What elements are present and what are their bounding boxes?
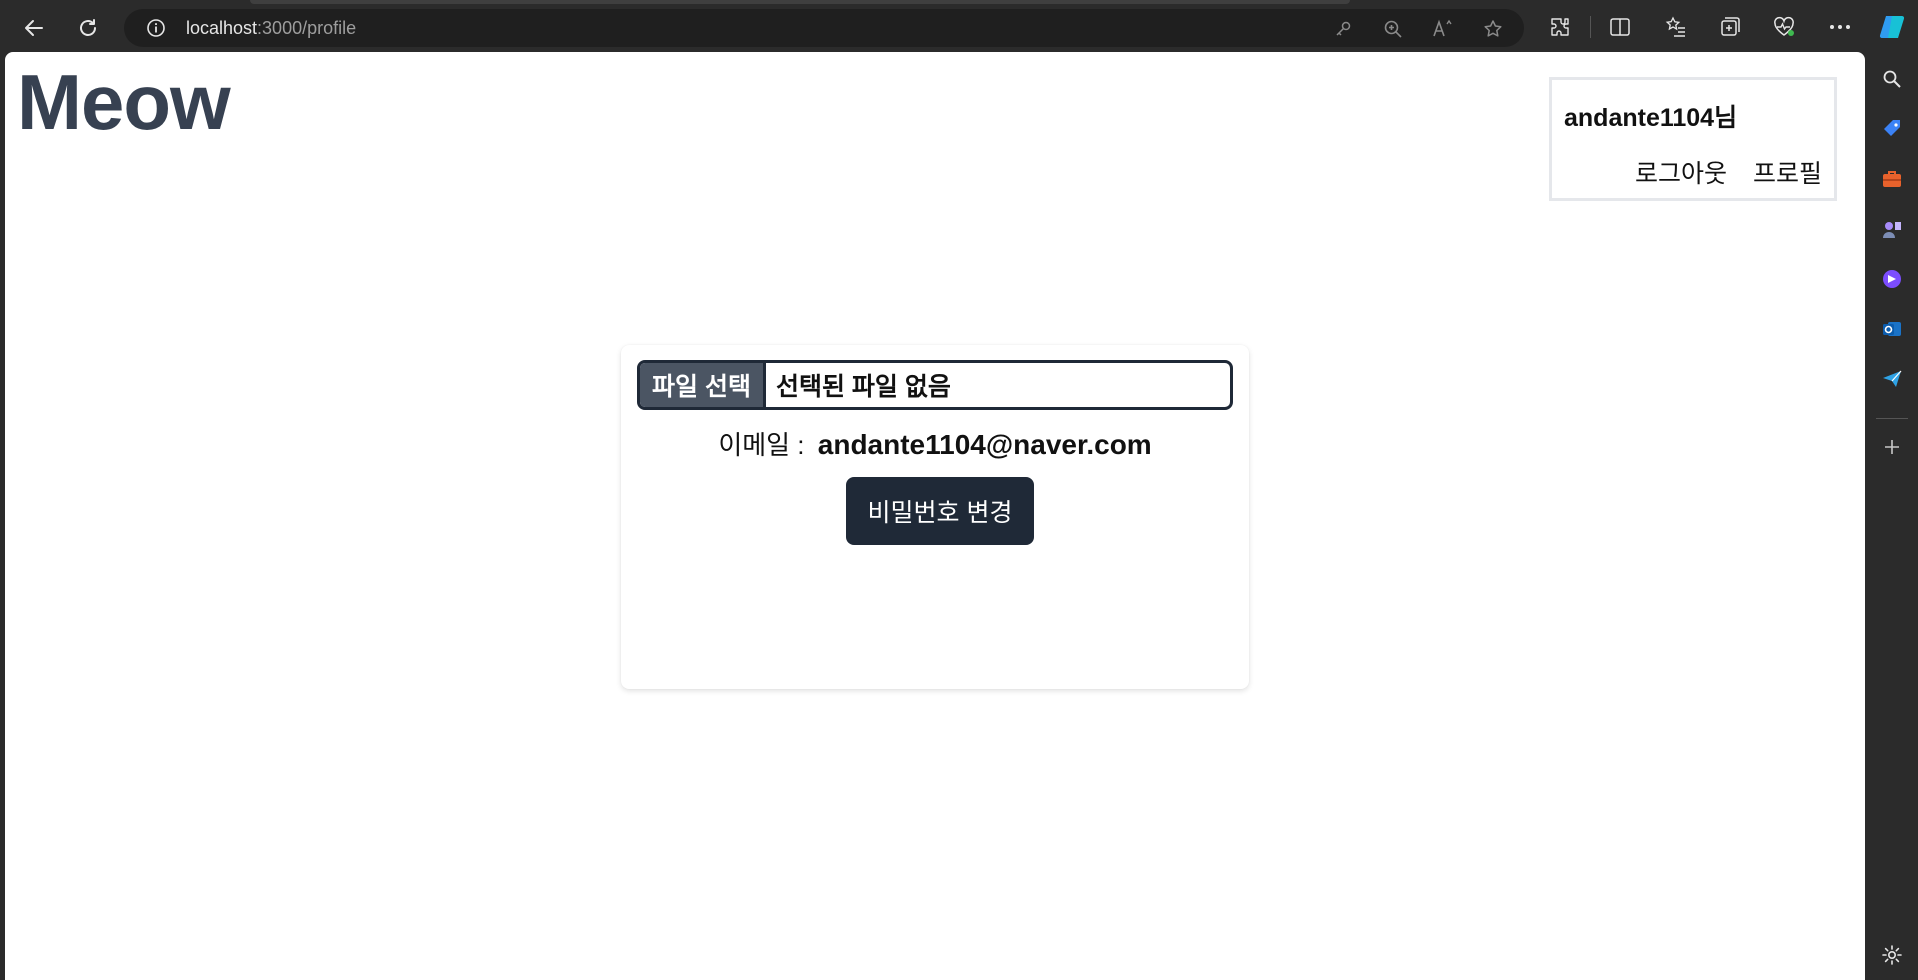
tools-briefcase-icon[interactable]	[1879, 166, 1905, 192]
split-screen-icon[interactable]	[1606, 13, 1634, 41]
refresh-icon	[80, 19, 96, 36]
copilot-icon[interactable]	[1878, 13, 1906, 41]
user-links: 로그아웃 프로필	[1635, 154, 1822, 190]
browser-essentials-icon[interactable]	[1770, 13, 1798, 41]
favorite-star-icon[interactable]	[1482, 18, 1504, 40]
site-info-icon[interactable]	[146, 18, 166, 38]
page-viewport: Meow andante1104님 로그아웃 프로필 파일 선택 선택된 파일 …	[5, 52, 1865, 980]
email-value: andante1104@naver.com	[817, 429, 1152, 460]
site-logo[interactable]: Meow	[17, 54, 231, 150]
choose-file-button[interactable]: 파일 선택	[640, 363, 766, 407]
toolbar-divider	[1590, 16, 1591, 38]
profile-image-file-input[interactable]: 파일 선택 선택된 파일 없음	[637, 360, 1233, 410]
address-bar[interactable]: localhost:3000/profile	[124, 9, 1524, 47]
back-arrow-icon	[25, 20, 43, 36]
key-icon[interactable]	[1332, 18, 1354, 40]
email-label: 이메일 :	[718, 430, 805, 460]
profile-link[interactable]: 프로필	[1753, 154, 1822, 190]
collections-icon[interactable]	[1716, 13, 1744, 41]
favorites-list-icon[interactable]	[1662, 13, 1690, 41]
user-menu-box: andante1104님 로그아웃 프로필	[1549, 77, 1837, 201]
copilot-sidebar-icon[interactable]	[1879, 266, 1905, 292]
shopping-tag-icon[interactable]	[1879, 116, 1905, 142]
send-icon[interactable]	[1879, 366, 1905, 392]
outlook-icon[interactable]	[1879, 316, 1905, 342]
logout-link[interactable]: 로그아웃	[1635, 154, 1727, 190]
browser-toolbar: localhost:3000/profile	[0, 0, 1918, 52]
url-text[interactable]: localhost:3000/profile	[186, 18, 356, 39]
file-status-text: 선택된 파일 없음	[775, 373, 951, 401]
zoom-icon[interactable]	[1382, 18, 1404, 40]
refresh-button[interactable]	[70, 10, 106, 46]
sidebar-divider	[1876, 418, 1908, 419]
user-greeting: andante1104님	[1564, 104, 1738, 132]
back-button[interactable]	[16, 10, 52, 46]
profile-card: 파일 선택 선택된 파일 없음 이메일 : andante1104@naver.…	[621, 345, 1249, 689]
email-row: 이메일 : andante1104@naver.com	[621, 425, 1249, 462]
tab-strip	[250, 0, 1350, 4]
settings-gear-icon[interactable]	[1879, 942, 1905, 968]
more-options-icon[interactable]	[1826, 13, 1854, 41]
read-aloud-icon[interactable]	[1432, 18, 1454, 40]
change-password-button[interactable]: 비밀번호 변경	[846, 477, 1034, 545]
browser-sidebar	[1866, 52, 1918, 980]
extensions-icon[interactable]	[1546, 13, 1574, 41]
add-sidebar-app-icon[interactable]	[1879, 434, 1905, 460]
games-icon[interactable]	[1879, 216, 1905, 242]
search-icon[interactable]	[1879, 66, 1905, 92]
